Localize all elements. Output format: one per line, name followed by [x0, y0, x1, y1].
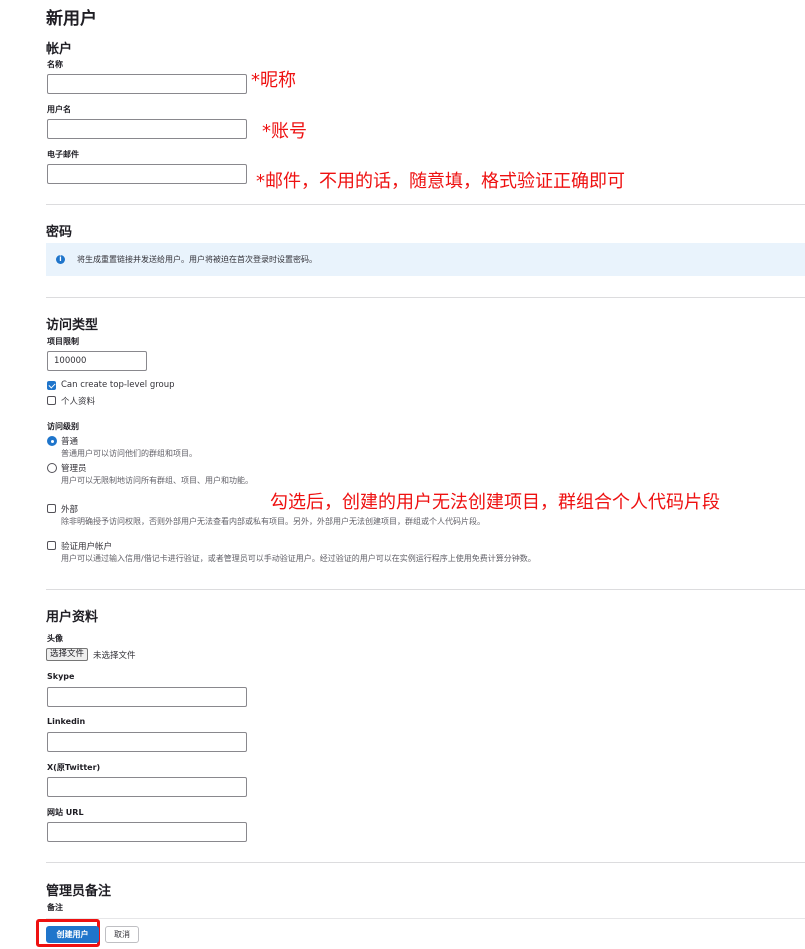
external-label: 外部 [61, 505, 79, 515]
choose-file-button[interactable]: 选择文件 [46, 648, 89, 661]
website-label: 网站 URL [47, 808, 84, 817]
username-annotation: *账号 [262, 121, 307, 142]
twitter-label: X(原Twitter) [47, 763, 101, 772]
skype-input[interactable] [47, 687, 247, 707]
email-input[interactable] [47, 164, 247, 184]
project-limit-label: 项目限制 [47, 337, 79, 346]
info-icon: i [56, 255, 65, 264]
access-level-admin-label: 管理员 [61, 464, 87, 474]
access-level-regular-radio[interactable] [47, 436, 57, 446]
cancel-button[interactable]: 取消 [105, 926, 139, 943]
validate-account-label: 验证用户帐户 [61, 542, 113, 552]
access-level-admin-help: 用户可以无限制地访问所有群组、项目、用户和功能。 [61, 476, 253, 485]
email-label: 电子邮件 [47, 150, 79, 159]
avatar-label: 头像 [47, 634, 63, 643]
private-profile-checkbox[interactable] [47, 396, 56, 405]
nickname-annotation: *昵称 [251, 70, 296, 91]
account-section-title: 帐户 [46, 42, 73, 57]
file-status: 未选择文件 [93, 651, 136, 661]
admin-notes-section-title: 管理员备注 [46, 884, 112, 899]
private-profile-label: 个人资料 [61, 397, 96, 407]
email-annotation: *邮件，不用的话，随意填，格式验证正确即可 [256, 171, 625, 192]
note-label: 备注 [47, 903, 63, 912]
divider [46, 589, 805, 590]
create-user-button[interactable]: 创建用户 [46, 926, 99, 943]
access-level-regular-help: 普通用户可以访问他们的群组和项目。 [61, 449, 197, 458]
linkedin-input[interactable] [47, 732, 247, 752]
name-label: 名称 [47, 60, 63, 69]
password-info-alert: i 将生成重置链接并发送给用户。用户将被迫在首次登录时设置密码。 [46, 243, 805, 276]
can-create-group-label: Can create top-level group [61, 380, 175, 390]
access-level-label: 访问级别 [47, 422, 79, 431]
password-info-text: 将生成重置链接并发送给用户。用户将被迫在首次登录时设置密码。 [77, 255, 317, 264]
validate-account-checkbox[interactable] [47, 541, 56, 550]
website-input[interactable] [47, 822, 247, 842]
footer-divider [46, 918, 805, 919]
twitter-input[interactable] [47, 777, 247, 797]
validate-account-help: 用户可以通过输入信用/借记卡进行验证，或者管理员可以手动验证用户。经过验证的用户… [61, 554, 536, 563]
divider [46, 204, 805, 205]
can-create-group-checkbox[interactable] [47, 381, 56, 390]
external-annotation: 勾选后，创建的用户无法创建项目，群组合个人代码片段 [270, 492, 720, 513]
username-label: 用户名 [47, 105, 71, 114]
access-level-admin-radio[interactable] [47, 463, 57, 473]
profile-section-title: 用户资料 [46, 610, 99, 625]
page-title: 新用户 [46, 9, 97, 29]
skype-label: Skype [47, 672, 75, 681]
access-section-title: 访问类型 [46, 318, 99, 333]
divider [46, 297, 805, 298]
divider [46, 862, 805, 863]
name-input[interactable] [47, 74, 247, 94]
external-checkbox[interactable] [47, 504, 56, 513]
linkedin-label: Linkedin [47, 717, 86, 726]
external-help: 除非明确授予访问权限，否则外部用户无法查看内部或私有项目。另外，外部用户无法创建… [61, 517, 485, 526]
access-level-regular-label: 普通 [61, 437, 79, 447]
password-section-title: 密码 [46, 225, 73, 240]
username-input[interactable] [47, 119, 247, 139]
project-limit-input[interactable] [47, 351, 147, 371]
